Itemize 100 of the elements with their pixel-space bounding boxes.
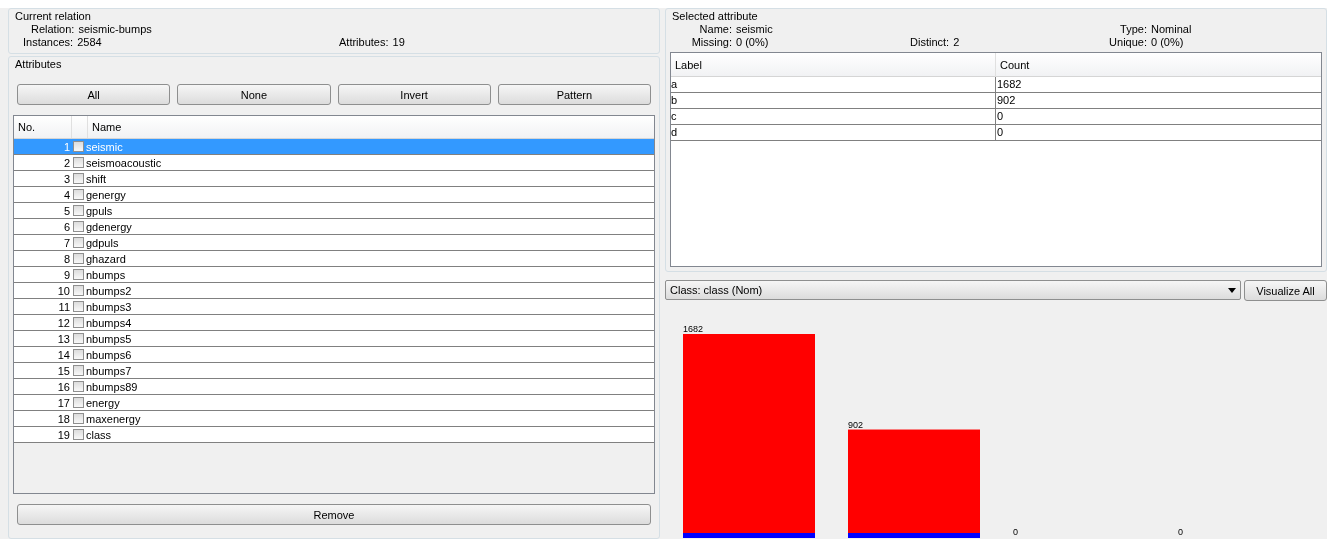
remove-button[interactable]: Remove [17,504,651,525]
attribute-name: ghazard [86,252,127,265]
bar-value: 902 [848,419,864,430]
field-label: Relation: [31,23,75,36]
row-number: 14 [56,348,71,361]
table-row[interactable]: 3 shift [14,171,654,187]
field-value: 0 (0%) [1151,36,1184,49]
table-row[interactable]: 7 gdpuls [14,235,654,251]
attribute-name: class [86,428,113,441]
field-value: 19 [392,36,405,49]
table-row[interactable]: 9 nbumps [14,267,654,283]
field-label: Type: [1119,23,1147,36]
checkbox[interactable] [73,157,84,168]
row-number: 2 [62,156,71,169]
row-number: 16 [56,380,71,393]
table-cell-text: b [671,93,679,108]
checkbox[interactable] [73,237,84,248]
bar-value: 0 [1178,527,1183,537]
attribute-name: nbumps6 [86,348,133,361]
toolbar-button[interactable]: Invert [337,84,491,105]
table-cell: 1682 [995,77,1321,92]
row-number: 15 [56,364,71,377]
table-row[interactable]: 6 gdenergy [14,219,654,235]
visualize-button[interactable]: Visualize All [1244,280,1327,301]
field-label: Distinct: [910,36,950,49]
table-row[interactable]: 15 nbumps7 [14,363,654,379]
table-row[interactable]: 12 nbumps4 [14,315,654,331]
table-row[interactable]: 18 maxenergy [14,411,654,427]
row-number: 9 [62,268,71,281]
checkbox[interactable] [73,189,84,200]
toolbar-button[interactable]: None [177,84,331,105]
checkbox[interactable] [73,221,84,232]
attribute-name: genergy [86,188,127,201]
toolbar-button[interactable]: Pattern [497,84,651,105]
table-row[interactable]: 2 seismoacoustic [14,155,654,171]
table-cell: 0 [995,109,1321,124]
checkbox[interactable] [73,253,84,264]
row-number: 18 [56,412,71,425]
table-row[interactable]: 14 nbumps6 [14,347,654,363]
row-number: 11 [57,300,71,313]
field-label: Missing: [690,36,732,49]
checkbox[interactable] [73,413,84,424]
checkbox[interactable] [73,269,84,280]
checkbox[interactable] [73,141,84,152]
column-header[interactable]: No. [14,121,71,133]
column-header[interactable]: Label [671,53,995,78]
checkbox[interactable] [73,285,84,296]
attribute-name: gdenergy [86,220,133,233]
row-number: 4 [62,188,71,201]
checkbox[interactable] [73,397,84,408]
table-row[interactable]: 17 energy [14,395,654,411]
checkbox[interactable] [73,381,84,392]
class-dropdown[interactable]: Class: class (Nom) [665,280,1241,300]
field-value: seismic-bumps [78,23,152,36]
checkbox[interactable] [73,349,84,360]
row-number: 13 [56,332,71,345]
table-row[interactable]: 5 gpuls [14,203,654,219]
table-cell: 0 [995,125,1321,140]
checkbox[interactable] [73,205,84,216]
checkbox[interactable] [73,333,84,344]
attribute-name: nbumps5 [86,332,133,345]
attribute-name: seismoacoustic [86,156,163,169]
field-label: Name: [698,23,732,36]
table-cell-text: c [671,109,678,124]
checkbox[interactable] [73,317,84,328]
attribute-name: nbumps7 [86,364,133,377]
checkbox[interactable] [73,301,84,312]
table-row[interactable]: 10 nbumps2 [14,283,654,299]
checkbox[interactable] [73,429,84,440]
column-header[interactable]: Count [995,53,1321,78]
table-row[interactable]: 4 genergy [14,187,654,203]
attribute-name: nbumps89 [86,380,139,393]
table-cell-text: a [671,77,679,92]
bar-value: 1682 [683,324,704,334]
attribute-name: nbumps3 [86,300,133,313]
table-row[interactable]: 13 nbumps5 [14,331,654,347]
group-title: Selected attribute [672,9,759,23]
checkbox[interactable] [73,365,84,376]
attribute-name: maxenergy [86,412,142,425]
table-row[interactable]: 16 nbumps89 [14,379,654,395]
field-label: Unique: [1108,36,1147,49]
attribute-name: nbumps4 [86,316,133,329]
field-value: Nominal [1151,23,1192,36]
table-row[interactable]: 19 class [14,427,654,443]
group-title: Current relation [15,9,92,23]
row-number: 10 [56,284,71,297]
row-number: 1 [62,140,71,153]
table-row[interactable]: 8 ghazard [14,251,654,267]
checkbox[interactable] [73,173,84,184]
row-number: 17 [56,396,71,409]
toolbar-button[interactable]: All [17,84,171,105]
row-number: 19 [56,428,71,441]
table-row[interactable]: 11 nbumps3 [14,299,654,315]
column-header[interactable]: Name [87,116,654,138]
attribute-name: gpuls [86,204,114,217]
attribute-name: nbumps2 [86,284,133,297]
field-label: Instances: [23,36,74,49]
field-value: 0 (0%) [736,36,769,49]
row-number: 12 [56,316,71,329]
caret-icon [1228,287,1236,293]
